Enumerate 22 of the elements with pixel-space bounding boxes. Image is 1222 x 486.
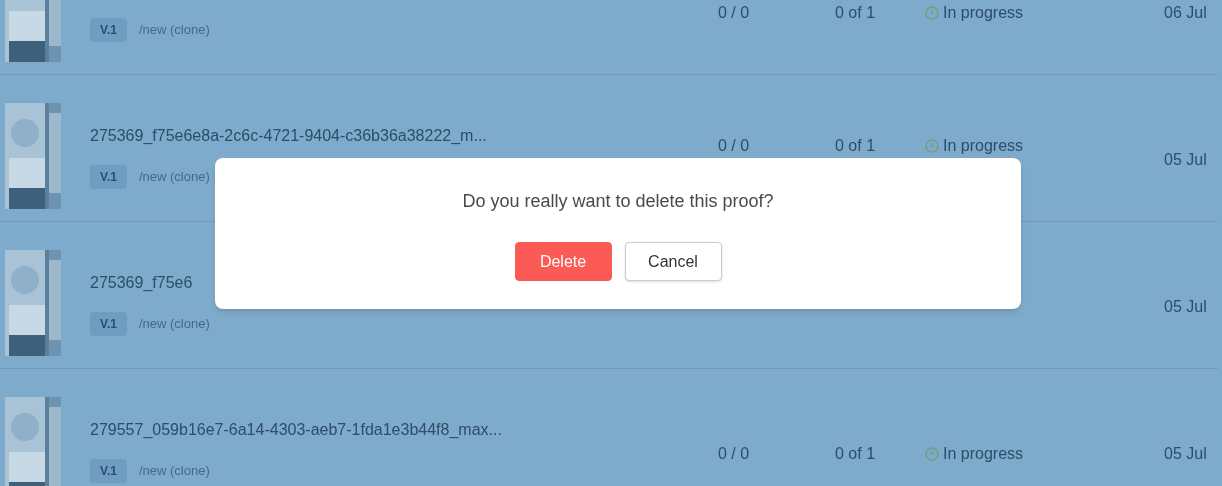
branch-label: /new (clone) [138, 168, 210, 187]
branch-label: /new (clone) [138, 21, 210, 40]
status-label: In progress [943, 3, 1024, 23]
version-tag: V.1 [90, 459, 127, 483]
comment-count: 0 / 0 [718, 137, 750, 154]
status-label: In progress [943, 136, 1024, 156]
date-label: 06 Jul [1164, 3, 1207, 23]
date-label: 05 Jul [1164, 444, 1207, 464]
date-label: 05 Jul [1164, 297, 1207, 317]
review-count: 0 of 1 [835, 4, 876, 21]
comment-count: 0 / 0 [718, 4, 750, 21]
version-tag: V.1 [90, 18, 127, 42]
review-count: 0 of 1 [835, 137, 876, 154]
branch-label: /new (clone) [138, 462, 210, 481]
version-tag: V.1 [90, 312, 127, 336]
status-label: In progress [943, 444, 1024, 464]
dialog-message: Do you really want to delete this proof? [462, 190, 774, 213]
review-count: 0 of 1 [835, 445, 876, 462]
version-tag: V.1 [90, 165, 127, 189]
date-label: 05 Jul [1164, 150, 1207, 170]
branch-label: /new (clone) [138, 315, 210, 334]
comment-count: 0 / 0 [718, 445, 750, 462]
